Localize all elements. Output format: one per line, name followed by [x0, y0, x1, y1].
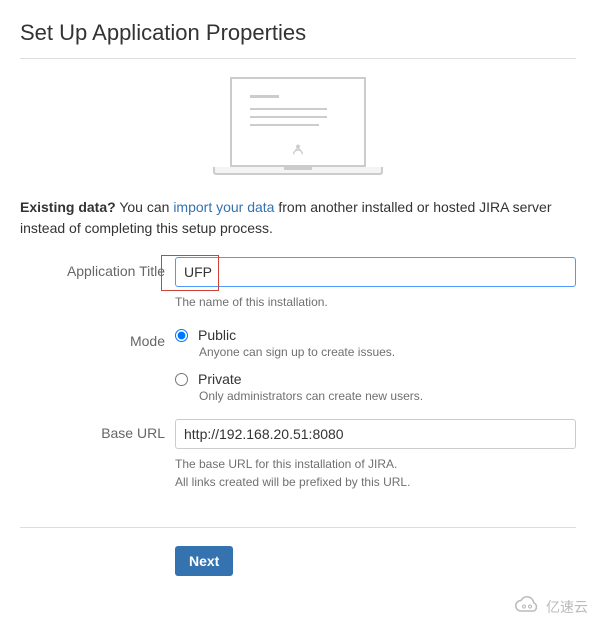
watermark: 亿速云	[512, 595, 588, 618]
existing-data-label: Existing data?	[20, 199, 116, 215]
mode-public-label: Public	[198, 327, 236, 343]
next-button[interactable]: Next	[175, 546, 233, 576]
base-url-help: The base URL for this installation of JI…	[175, 455, 576, 491]
mode-public-help: Anyone can sign up to create issues.	[199, 345, 576, 359]
mode-private-radio[interactable]	[175, 373, 188, 386]
app-title-help: The name of this installation.	[175, 293, 576, 311]
mode-private-help: Only administrators can create new users…	[199, 389, 576, 403]
app-title-input[interactable]	[175, 257, 576, 287]
app-title-label: Application Title	[20, 257, 175, 279]
cloud-icon	[512, 595, 542, 618]
import-data-link[interactable]: import your data	[173, 199, 274, 215]
divider-bottom	[20, 527, 576, 528]
mode-public-radio[interactable]	[175, 329, 188, 342]
divider-top	[20, 58, 576, 59]
person-icon	[291, 142, 305, 159]
page-title: Set Up Application Properties	[20, 20, 576, 46]
laptop-illustration	[20, 77, 576, 175]
base-url-input[interactable]	[175, 419, 576, 449]
mode-private-label: Private	[198, 371, 242, 387]
mode-label: Mode	[20, 327, 175, 349]
existing-data-text: Existing data? You can import your data …	[20, 197, 576, 239]
base-url-label: Base URL	[20, 419, 175, 441]
